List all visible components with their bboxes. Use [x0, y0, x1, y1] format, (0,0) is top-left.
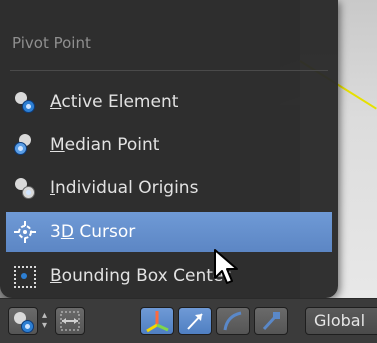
bounding-box-center-icon: [14, 265, 36, 288]
menu-item-bounding-box-center[interactable]: Bounding Box Center: [6, 256, 332, 296]
menu-item-individual-origins[interactable]: Individual Origins: [6, 168, 332, 208]
axis-manipulator-icon: [146, 311, 169, 333]
median-point-icon: [14, 134, 36, 156]
menu-item-label: 3D Cursor: [50, 222, 136, 242]
mouse-pointer-icon: [214, 249, 238, 284]
transform-manipulator-button[interactable]: [140, 307, 174, 335]
rotate-arc-icon: [223, 311, 242, 331]
cursor-3d-icon: [14, 221, 36, 243]
menu-item-label: Median Point: [50, 135, 160, 155]
individual-origins-icon: [14, 177, 36, 199]
menu-title: Pivot Point: [12, 34, 91, 52]
pivot-point-menu: Pivot Point Active Element Median Point …: [0, 0, 338, 298]
menu-item-label: Active Element: [50, 92, 179, 112]
active-element-icon: [14, 91, 36, 113]
viewport-header-toolbar: ▴ ▾ Global: [0, 298, 377, 343]
rotate-manipulator-button[interactable]: [216, 307, 250, 335]
menu-item-label: Bounding Box Center: [50, 266, 231, 286]
menu-item-median-point[interactable]: Median Point: [6, 125, 332, 165]
menu-item-label: Individual Origins: [50, 178, 199, 198]
pivot-point-dropdown[interactable]: [8, 307, 38, 335]
transform-orientation-dropdown[interactable]: Global: [305, 307, 377, 335]
manipulator-toggle-button[interactable]: [55, 307, 85, 335]
translate-manipulator-button[interactable]: [178, 307, 212, 335]
pivot-point-icon: [13, 311, 35, 333]
menu-item-active-element[interactable]: Active Element: [6, 82, 332, 122]
manipulator-icon: [60, 311, 80, 331]
translate-arrow-icon: [187, 313, 203, 330]
menu-item-3d-cursor[interactable]: 3D Cursor: [6, 212, 332, 252]
scale-icon: [262, 312, 280, 331]
menu-separator: [10, 70, 328, 71]
scale-manipulator-button[interactable]: [254, 307, 288, 335]
dropdown-arrows-icon: ▴ ▾: [42, 310, 48, 331]
